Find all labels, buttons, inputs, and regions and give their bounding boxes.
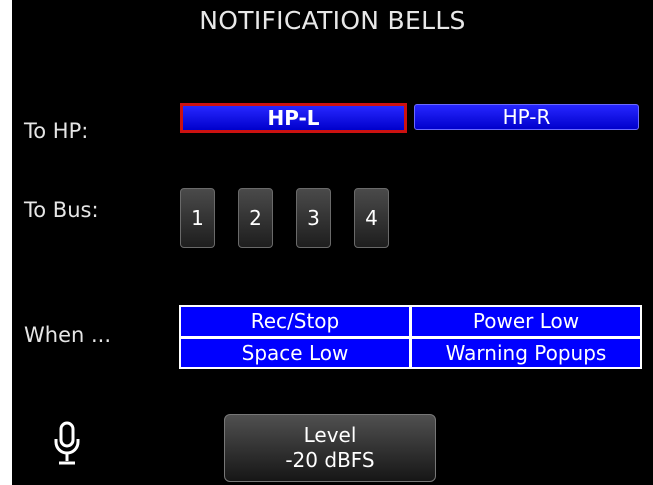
bus-1-button[interactable]: 1 — [180, 188, 215, 248]
level-value: -20 dBFS — [285, 448, 375, 472]
bus-2-button[interactable]: 2 — [238, 188, 273, 248]
when-space-low-option[interactable]: Space Low — [181, 338, 409, 367]
hp-left-button[interactable]: HP-L — [180, 103, 407, 133]
bus-4-button[interactable]: 4 — [354, 188, 389, 248]
when-options-grid: Rec/Stop Power Low Space Low Warning Pop… — [179, 305, 642, 369]
when-label: When ... — [24, 323, 112, 347]
microphone-icon — [54, 421, 80, 465]
notification-bells-screen: NOTIFICATION BELLS To HP: HP-L HP-R To B… — [12, 0, 653, 485]
bus-3-button[interactable]: 3 — [296, 188, 331, 248]
when-warning-popups-option[interactable]: Warning Popups — [412, 338, 640, 367]
when-power-low-option[interactable]: Power Low — [412, 307, 640, 336]
when-rec-stop-option[interactable]: Rec/Stop — [181, 307, 409, 336]
hp-right-button[interactable]: HP-R — [414, 104, 639, 130]
level-button[interactable]: Level -20 dBFS — [224, 414, 436, 482]
level-title: Level — [303, 423, 357, 447]
to-bus-label: To Bus: — [24, 198, 99, 222]
page-title: NOTIFICATION BELLS — [199, 6, 466, 35]
to-hp-label: To HP: — [24, 119, 89, 143]
